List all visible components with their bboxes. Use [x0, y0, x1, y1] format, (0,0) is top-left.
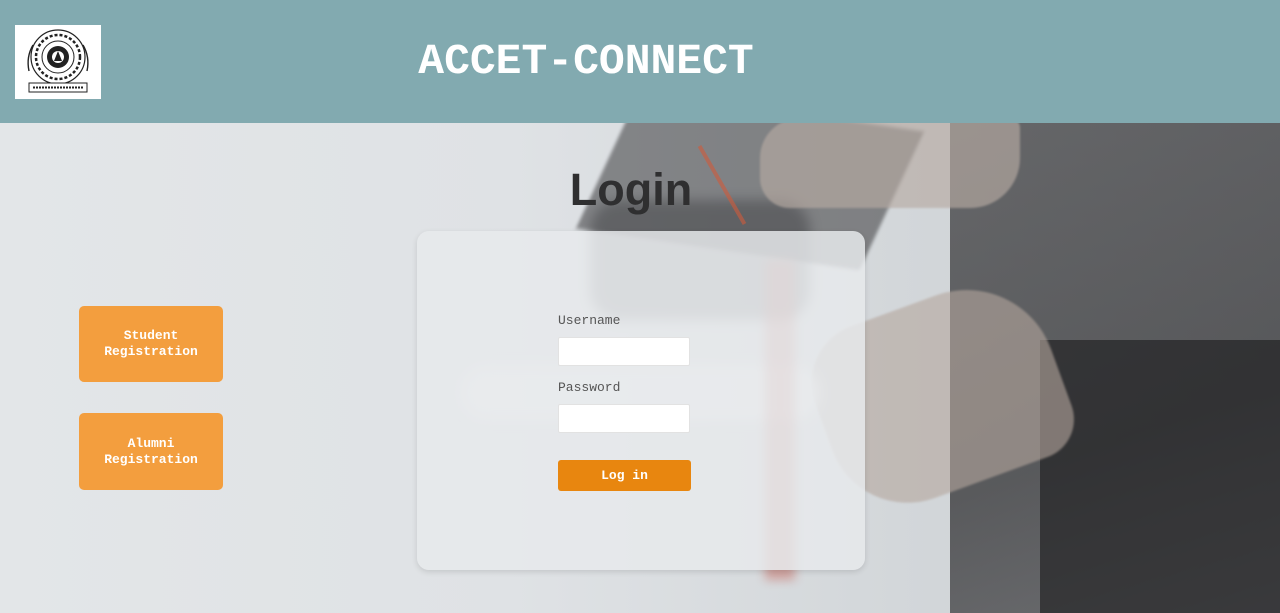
- site-title: ACCET-CONNECT: [418, 37, 754, 86]
- password-label: Password: [558, 380, 621, 395]
- student-registration-label: Student Registration: [104, 328, 198, 359]
- username-label: Username: [558, 313, 621, 328]
- gown-fold-shape: [1040, 340, 1280, 613]
- alumni-registration-button[interactable]: Alumni Registration: [79, 413, 223, 490]
- login-button[interactable]: Log in: [558, 460, 691, 491]
- page-title: Login: [569, 164, 693, 215]
- login-form-card: Username Password Log in: [417, 231, 865, 570]
- site-header: ACCET-CONNECT: [0, 0, 1280, 123]
- password-field[interactable]: [558, 404, 690, 433]
- student-registration-button[interactable]: Student Registration: [79, 306, 223, 382]
- username-field[interactable]: [558, 337, 690, 366]
- alumni-registration-label: Alumni Registration: [104, 435, 198, 467]
